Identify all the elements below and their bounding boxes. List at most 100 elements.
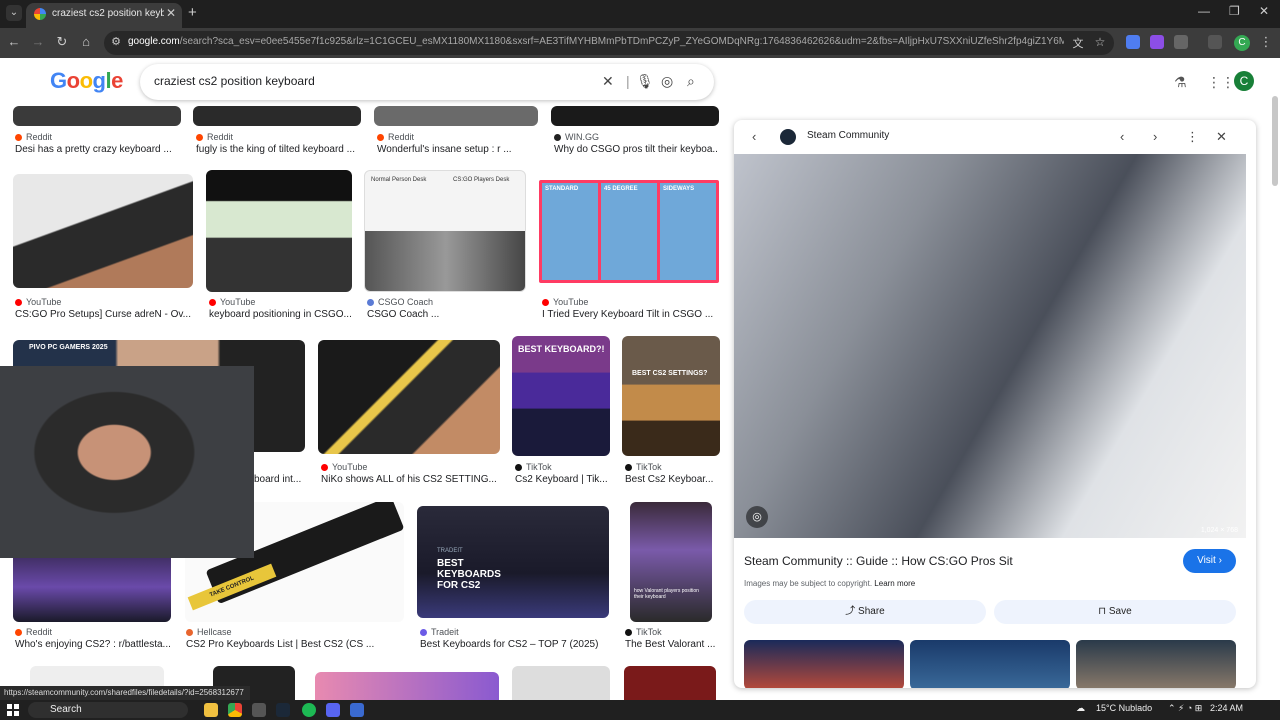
- result-caption[interactable]: Why do CSGO pros tilt their keyboa...: [554, 144, 718, 155]
- result-caption[interactable]: keyboard positioning in CSGO...: [209, 309, 353, 320]
- google-logo[interactable]: Google: [50, 68, 123, 94]
- share-button[interactable]: ⤴ Share: [744, 600, 986, 624]
- chrome-icon[interactable]: [228, 703, 242, 717]
- result-thumbnail[interactable]: [315, 672, 499, 700]
- result-caption[interactable]: Desi has a pretty crazy keyboard ...: [15, 144, 180, 155]
- browser-tab[interactable]: craziest cs2 position keyboard ✕: [26, 3, 182, 28]
- preview-image[interactable]: ◎ 1,024 × 768: [734, 154, 1246, 538]
- result-thumbnail[interactable]: [13, 552, 171, 622]
- result-caption[interactable]: The Best Valorant ...: [625, 639, 717, 650]
- result-thumbnail[interactable]: BEST CS2 SETTINGS?: [622, 336, 720, 456]
- clear-search-icon[interactable]: ✕: [602, 73, 614, 90]
- result-thumbnail[interactable]: how Valorant players position their keyb…: [630, 502, 712, 622]
- tab-search-icon[interactable]: ⌄: [6, 5, 22, 21]
- result-source[interactable]: Reddit: [377, 132, 414, 142]
- page-scrollbar[interactable]: [1272, 96, 1278, 186]
- minimize-icon[interactable]: —: [1198, 4, 1210, 18]
- google-account-avatar[interactable]: C: [1234, 71, 1254, 91]
- result-thumbnail[interactable]: [374, 106, 538, 126]
- search-box[interactable]: craziest cs2 position keyboard ✕ | 🎙 ◎ ⌕: [140, 64, 714, 100]
- voice-search-icon[interactable]: 🎙: [636, 73, 654, 90]
- result-caption[interactable]: Best Keyboards for CS2 – TOP 7 (2025): [420, 639, 610, 650]
- extensions-puzzle-icon[interactable]: [1174, 35, 1188, 49]
- lens-search-icon[interactable]: ◎: [746, 506, 768, 528]
- address-bar[interactable]: ⚙ google.com/search?sca_esv=e0ee5455e7f1…: [104, 31, 1114, 55]
- result-thumbnail[interactable]: [624, 666, 716, 700]
- result-source[interactable]: CSGO Coach: [367, 297, 433, 307]
- weather-icon[interactable]: ☁: [1076, 703, 1085, 714]
- result-source[interactable]: YouTube: [542, 297, 588, 307]
- discord-icon[interactable]: [326, 703, 340, 717]
- window-close-icon[interactable]: ✕: [1259, 4, 1269, 18]
- apps-grid-icon[interactable]: ⋮⋮: [1207, 74, 1235, 91]
- result-caption[interactable]: NiKo shows ALL of his CS2 SETTING...: [321, 474, 499, 485]
- result-thumbnail[interactable]: [512, 666, 610, 700]
- spotify-icon[interactable]: [302, 703, 316, 717]
- clock[interactable]: 2:24 AM: [1210, 703, 1243, 713]
- result-caption[interactable]: board int...: [254, 474, 306, 485]
- result-source[interactable]: TikTok: [625, 462, 662, 472]
- extension-icon[interactable]: [1150, 35, 1164, 49]
- result-source[interactable]: WIN.GG: [554, 132, 599, 142]
- result-thumbnail[interactable]: [193, 106, 361, 126]
- result-thumbnail[interactable]: STANDARD 45 DEGREE SIDEWAYS: [539, 180, 719, 283]
- lens-icon[interactable]: ◎: [661, 73, 673, 90]
- result-thumbnail[interactable]: [551, 106, 719, 126]
- windows-start-icon[interactable]: [7, 704, 19, 716]
- taskbar-search[interactable]: Search: [28, 702, 188, 718]
- previous-icon[interactable]: ‹: [1120, 129, 1124, 144]
- result-caption[interactable]: Wonderful's insane setup : r ...: [377, 144, 537, 155]
- media-icon[interactable]: [1208, 35, 1222, 49]
- home-icon[interactable]: ⌂: [78, 34, 94, 49]
- save-button[interactable]: ⊓ Save: [994, 600, 1236, 624]
- visit-button[interactable]: Visit ›: [1183, 549, 1236, 573]
- more-options-icon[interactable]: ⋮: [1186, 129, 1199, 145]
- next-icon[interactable]: ›: [1153, 129, 1157, 144]
- related-image[interactable]: [744, 640, 904, 688]
- result-thumbnail[interactable]: [206, 170, 352, 292]
- search-icon[interactable]: ⌕: [687, 73, 695, 90]
- back-icon[interactable]: ‹: [752, 129, 756, 144]
- tab-close-icon[interactable]: ✕: [166, 6, 176, 20]
- result-source[interactable]: Reddit: [15, 132, 52, 142]
- site-info-icon[interactable]: ⚙: [108, 35, 124, 48]
- forward-icon[interactable]: →: [30, 34, 46, 49]
- result-thumbnail[interactable]: [318, 340, 500, 454]
- preview-title[interactable]: Steam Community :: Guide :: How CS:GO Pr…: [744, 554, 1013, 568]
- browser-profile-avatar[interactable]: C: [1234, 35, 1250, 51]
- preview-source[interactable]: Steam Community: [807, 130, 889, 141]
- steam-icon[interactable]: [276, 703, 290, 717]
- result-caption[interactable]: Best Cs2 Keyboar...: [625, 474, 720, 485]
- weather-text[interactable]: 15°C Nublado: [1096, 703, 1152, 713]
- result-thumbnail[interactable]: TRADEIT BEST KEYBOARDS FOR CS2: [417, 506, 609, 618]
- reload-icon[interactable]: ↻: [54, 34, 70, 50]
- result-source[interactable]: YouTube: [321, 462, 367, 472]
- taskbar-app-icon[interactable]: [252, 703, 266, 717]
- result-caption[interactable]: CS2 Pro Keyboards List | Best CS2 (CS ..…: [186, 639, 402, 650]
- result-source[interactable]: TikTok: [515, 462, 552, 472]
- translate-icon[interactable]: 文: [1070, 35, 1086, 51]
- result-source[interactable]: YouTube: [15, 297, 61, 307]
- result-caption[interactable]: CSGO Coach ...: [367, 309, 527, 320]
- taskbar-app-icon[interactable]: [350, 703, 364, 717]
- new-tab-icon[interactable]: +: [188, 4, 197, 21]
- labs-flask-icon[interactable]: ⚗: [1174, 74, 1187, 91]
- back-icon[interactable]: ←: [6, 34, 22, 49]
- result-source[interactable]: YouTube: [209, 297, 255, 307]
- bookmark-star-icon[interactable]: ☆: [1092, 35, 1108, 49]
- result-source[interactable]: Reddit: [15, 627, 52, 637]
- result-caption[interactable]: I Tried Every Keyboard Tilt in CSGO ...: [542, 309, 720, 320]
- search-input[interactable]: craziest cs2 position keyboard: [154, 74, 315, 88]
- result-source[interactable]: Reddit: [196, 132, 233, 142]
- file-explorer-icon[interactable]: [204, 703, 218, 717]
- learn-more-link[interactable]: Learn more: [874, 579, 915, 588]
- result-source[interactable]: TikTok: [625, 627, 662, 637]
- close-icon[interactable]: ✕: [1216, 129, 1227, 145]
- related-image[interactable]: [1076, 640, 1236, 688]
- result-caption[interactable]: Who's enjoying CS2? : r/battlesta...: [15, 639, 173, 650]
- result-source[interactable]: Hellcase: [186, 627, 232, 637]
- related-image[interactable]: [910, 640, 1070, 688]
- extension-icon[interactable]: [1126, 35, 1140, 49]
- restore-icon[interactable]: ❐: [1229, 4, 1240, 18]
- result-thumbnail[interactable]: Normal Person Desk CS:GO Players Desk: [364, 170, 526, 292]
